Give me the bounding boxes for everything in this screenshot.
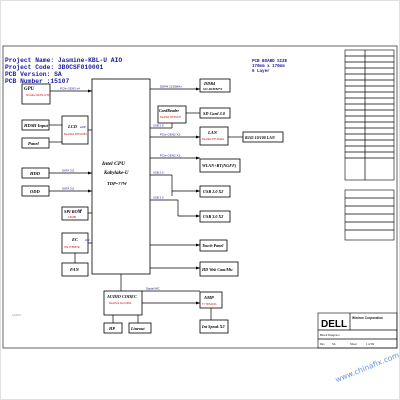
cardreader-note: RealTek RTS5170: [160, 115, 182, 119]
bus-lpc: LPC: [85, 238, 90, 242]
bus-ddr: DDR4 2133MHz: [160, 85, 182, 89]
revision-table: [344, 49, 395, 241]
project-name: Project Name: Jasmine-KBL-U AIO: [5, 57, 122, 64]
project-code: Project Code: 3B0CSF010001: [5, 64, 103, 71]
pcb-version: PCB Version: SA: [5, 71, 62, 78]
hp-label: HP: [108, 326, 115, 331]
cardreader-label: CardReader: [159, 108, 179, 113]
gpu-note: NVidia N16S-GTR: [26, 93, 51, 97]
schematic-sheet: Project Name: Jasmine-KBL-U AIO Project …: [0, 0, 400, 400]
bus-pcie-lan: PCIe GEN2 X1: [160, 133, 181, 137]
dell-logo: DELL: [321, 319, 347, 330]
bus-spi: SPI: [78, 208, 82, 212]
hdd-label: HDD: [29, 171, 41, 176]
pcb-info-2: 170mm x 170mm: [252, 65, 285, 69]
pcb-info-1: PCB BOARD SIZE: [252, 60, 288, 64]
audio-note: RealTek ALC3661: [109, 301, 132, 305]
bus-edp: eDP: [80, 125, 86, 129]
ec-label: EC: [71, 237, 79, 242]
lan-label: LAN: [207, 130, 218, 135]
bus-dmic: Digital MIC: [146, 287, 160, 291]
panel-label: Panel: [28, 141, 39, 146]
gpu-label: GPU: [24, 87, 35, 92]
watermark: www.chinafix.com: [334, 350, 400, 384]
bus-sata-hdd: SATA 3.0: [62, 169, 75, 173]
rj45-label: RJ45 10/100 LAN: [245, 135, 276, 140]
corner-note: LOGO: [12, 313, 21, 317]
company-name: Wistron Corporation: [352, 316, 383, 320]
ec-block: [61, 232, 89, 254]
bus-sata-odd: SATA 3.0: [62, 187, 75, 191]
lineout-label: Lineout: [130, 326, 145, 331]
bus-usb-card: USB 2.0: [153, 124, 164, 128]
hdmi-label: HDMI Input: [23, 123, 49, 128]
bus-usb3: USB 3.0: [153, 196, 164, 200]
fan-label: FAN: [70, 267, 80, 272]
lan-note: RealTek RTL8111H: [202, 137, 224, 141]
speaker-label: Int Speak X2: [201, 324, 225, 329]
usb2-label: USB 2.0 X2: [203, 189, 223, 194]
audio-label: AUDIO CODEC: [106, 294, 137, 299]
hdcam-label: HD Web Cam/Mic: [201, 267, 233, 272]
lcd-note: RealTek RTD2281: [64, 132, 87, 136]
bus-usb2: USB 2.0: [153, 171, 164, 175]
pcb-info-3: 6 Layer: [252, 70, 270, 74]
sheet-label: Sheet: [350, 342, 357, 346]
amp-note: TI TPA3131: [202, 302, 217, 306]
rev-label: Rev: [320, 342, 325, 346]
ddr-label: DDR4: [203, 81, 216, 86]
touch-label: Touch Panel: [202, 243, 224, 248]
cpu-tdp: TDP=??W: [107, 181, 128, 186]
rev-value: SA: [332, 342, 336, 346]
ddr-sub: SO-DIMM*2: [203, 87, 223, 91]
sd-label: SD Card 3.0: [203, 111, 226, 116]
bus-pcie-wlan: PCIe GEN2 X1: [160, 154, 181, 158]
odd-label: ODD: [30, 189, 40, 194]
lcd-label: LCD: [67, 124, 78, 129]
ec-note: ITE IT8987E: [64, 245, 80, 249]
spi-note: 16MB: [68, 215, 76, 219]
usb3-label: USB 3.0 X2: [203, 214, 223, 219]
cpu-sub: Kabylake-U: [103, 171, 129, 176]
sheet-value: 1 of 99: [366, 342, 374, 346]
wlan-label: WLAN+BT(NGFF): [202, 163, 237, 168]
lcd-block: [61, 115, 89, 145]
bus-gpu: PCIe GEN3 x4: [60, 87, 80, 91]
amp-label: AMP: [203, 295, 214, 300]
cpu-block: [91, 78, 151, 275]
cpu-title: Intel CPU: [101, 161, 126, 167]
doc-title: Block Diagram: [320, 333, 340, 337]
